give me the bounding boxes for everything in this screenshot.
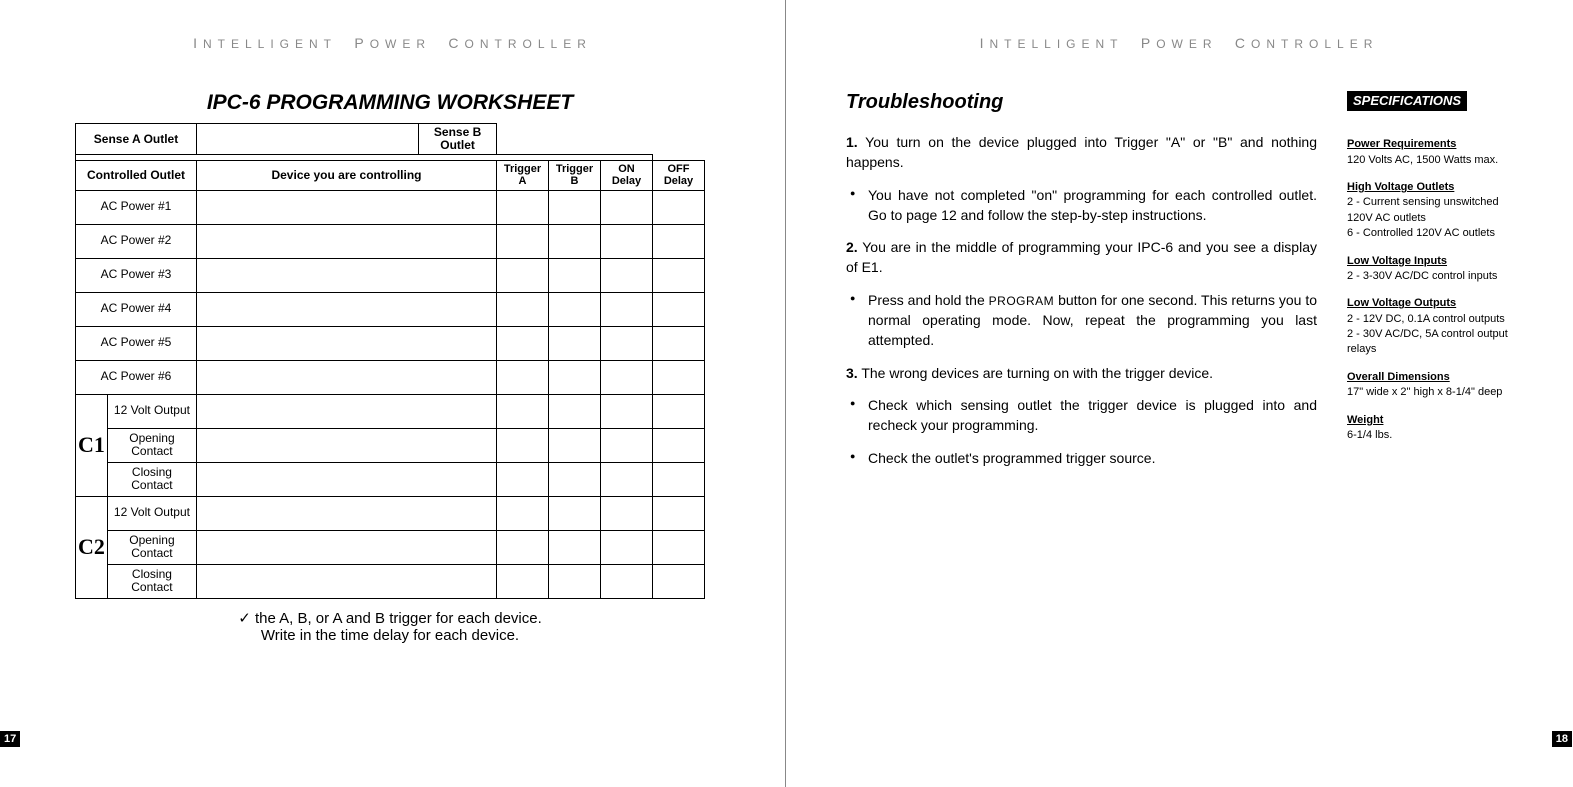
spec-heading: Low Voltage Inputs bbox=[1347, 254, 1512, 269]
ts-bullet: Check the outlet's programmed trigger so… bbox=[846, 448, 1317, 468]
spec-text: 120 Volts AC, 1500 Watts max. bbox=[1347, 153, 1512, 168]
ts-item-1: 1. You turn on the device plugged into T… bbox=[846, 132, 1317, 173]
spec-heading: High Voltage Outlets bbox=[1347, 180, 1512, 195]
troubleshooting-section: Troubleshooting 1. You turn on the devic… bbox=[846, 91, 1317, 480]
col-trigger-b: Trigger B bbox=[549, 161, 601, 190]
table-row: AC Power #1 bbox=[76, 190, 705, 224]
row-label: AC Power #5 bbox=[76, 326, 197, 360]
header-right: INTELLIGENT POWER CONTROLLER bbox=[846, 35, 1512, 51]
ts-bullet: Check which sensing outlet the trigger d… bbox=[846, 395, 1317, 436]
group-c2: C2 bbox=[76, 496, 108, 598]
table-row: AC Power #4 bbox=[76, 292, 705, 326]
worksheet: IPC-6 PROGRAMMING WORKSHEET Sense A Outl… bbox=[60, 91, 725, 644]
spec-heading: Overall Dimensions bbox=[1347, 370, 1512, 385]
specifications-title: SPECIFICATIONS bbox=[1347, 91, 1467, 111]
ts-bullet: Press and hold the PROGRAM button for on… bbox=[846, 290, 1317, 351]
sense-rest[interactable] bbox=[497, 124, 653, 155]
page-number-right: 18 bbox=[1552, 731, 1572, 747]
group-c1: C1 bbox=[76, 394, 108, 496]
row-label: AC Power #6 bbox=[76, 360, 197, 394]
sense-a-cell: Sense A Outlet bbox=[76, 124, 197, 155]
spec-text: 2 - 3-30V AC/DC control inputs bbox=[1347, 269, 1512, 284]
ts-item-3: 3. The wrong devices are turning on with… bbox=[846, 363, 1317, 383]
ts-bullet: You have not completed "on" programming … bbox=[846, 185, 1317, 226]
table-row: AC Power #5 bbox=[76, 326, 705, 360]
row-label: AC Power #3 bbox=[76, 258, 197, 292]
row-label: AC Power #4 bbox=[76, 292, 197, 326]
col-outlet: Controlled Outlet bbox=[76, 161, 197, 190]
column-header-row: Controlled Outlet Device you are control… bbox=[76, 161, 705, 190]
row-label: AC Power #1 bbox=[76, 190, 197, 224]
col-off-delay: OFF Delay bbox=[653, 161, 705, 190]
table-row: AC Power #3 bbox=[76, 258, 705, 292]
troubleshooting-title: Troubleshooting bbox=[846, 91, 1317, 114]
spec-text: 2 - Current sensing unswitched 120V AC o… bbox=[1347, 195, 1512, 241]
worksheet-table: Sense A Outlet Sense B Outlet Controlled… bbox=[75, 123, 705, 599]
table-row: AC Power #2 bbox=[76, 224, 705, 258]
table-row: Opening Contact bbox=[76, 530, 705, 564]
page-right: INTELLIGENT POWER CONTROLLER Troubleshoo… bbox=[786, 0, 1572, 787]
table-row: Closing Contact bbox=[76, 462, 705, 496]
table-row: C2 12 Volt Output bbox=[76, 496, 705, 530]
footnote-line1: ✓ the A, B, or A and B trigger for each … bbox=[238, 610, 542, 627]
spec-heading: Power Requirements bbox=[1347, 137, 1512, 152]
header-left: INTELLIGENT POWER CONTROLLER bbox=[60, 35, 725, 51]
row-label: Closing Contact bbox=[107, 462, 196, 496]
col-trigger-a: Trigger A bbox=[497, 161, 549, 190]
ts-item-2: 2. You are in the middle of programming … bbox=[846, 237, 1317, 278]
specifications-sidebar: SPECIFICATIONS Power Requirements120 Vol… bbox=[1347, 91, 1512, 480]
table-row: Opening Contact bbox=[76, 428, 705, 462]
row-label: AC Power #2 bbox=[76, 224, 197, 258]
spec-text: 17" wide x 2" high x 8-1/4" deep bbox=[1347, 385, 1512, 400]
row-label: 12 Volt Output bbox=[107, 394, 196, 428]
table-row: C1 12 Volt Output bbox=[76, 394, 705, 428]
right-body: Troubleshooting 1. You turn on the devic… bbox=[846, 91, 1512, 480]
row-label: Opening Contact bbox=[107, 530, 196, 564]
sense-mid-cell[interactable] bbox=[197, 124, 419, 155]
col-device: Device you are controlling bbox=[197, 161, 497, 190]
footnote-line2: Write in the time delay for each device. bbox=[261, 627, 519, 644]
worksheet-footnote: ✓ the A, B, or A and B trigger for each … bbox=[70, 609, 710, 644]
spec-heading: Low Voltage Outputs bbox=[1347, 296, 1512, 311]
worksheet-title: IPC-6 PROGRAMMING WORKSHEET bbox=[70, 91, 710, 115]
row-label: Closing Contact bbox=[107, 564, 196, 598]
sense-b-cell: Sense B Outlet bbox=[419, 124, 497, 155]
sense-b-label: Sense B Outlet bbox=[434, 125, 481, 152]
sense-a-label: Sense A Outlet bbox=[94, 132, 178, 146]
page-left: INTELLIGENT POWER CONTROLLER IPC-6 PROGR… bbox=[0, 0, 786, 787]
row-label: Opening Contact bbox=[107, 428, 196, 462]
spec-heading: Weight bbox=[1347, 413, 1512, 428]
spec-text: 6-1/4 lbs. bbox=[1347, 428, 1512, 443]
row-label: 12 Volt Output bbox=[107, 496, 196, 530]
spec-text: 2 - 12V DC, 0.1A control outputs2 - 30V … bbox=[1347, 312, 1512, 358]
col-on-delay: ON Delay bbox=[601, 161, 653, 190]
page-number-left: 17 bbox=[0, 731, 20, 747]
sense-row: Sense A Outlet Sense B Outlet bbox=[76, 124, 705, 155]
table-row: Closing Contact bbox=[76, 564, 705, 598]
table-row: AC Power #6 bbox=[76, 360, 705, 394]
